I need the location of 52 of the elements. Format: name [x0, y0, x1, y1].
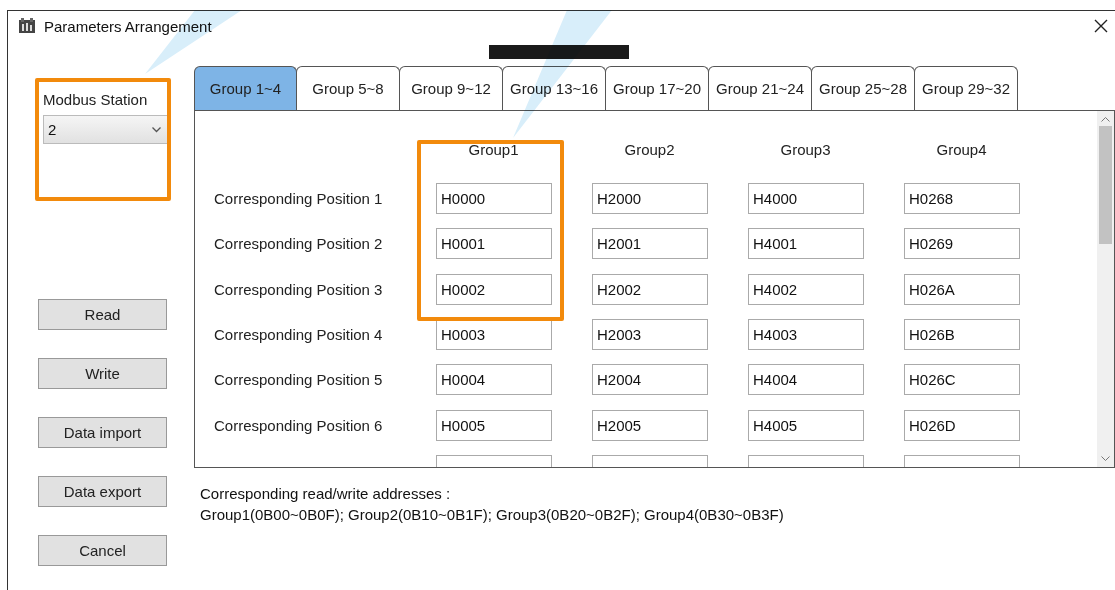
row-label: Corresponding Position 5 — [214, 371, 384, 389]
address-field[interactable]: H026B — [904, 319, 1020, 351]
address-field[interactable]: H0269 — [904, 228, 1020, 260]
scroll-down-icon[interactable] — [1101, 456, 1110, 462]
address-field[interactable]: H4004 — [748, 364, 864, 396]
address-field[interactable]: H4002 — [748, 273, 864, 305]
address-field[interactable]: H0005 — [436, 409, 552, 441]
scrollbar[interactable] — [1097, 111, 1114, 467]
caret-icon — [152, 126, 161, 133]
column-header: Group1 — [467, 141, 520, 158]
address-field[interactable]: H026D — [904, 409, 1020, 441]
address-field[interactable]: H0000 — [436, 183, 552, 215]
column-header: Group2 — [623, 141, 676, 158]
address-field[interactable]: H4000 — [748, 183, 864, 215]
address-field[interactable]: H2005 — [592, 409, 708, 441]
address-field[interactable]: H0002 — [436, 273, 552, 305]
close-icon[interactable] — [1093, 18, 1109, 34]
address-field[interactable]: H4001 — [748, 228, 864, 260]
window-title: Parameters Arrangement — [44, 17, 213, 35]
action-button[interactable]: Read — [38, 299, 167, 330]
row-label: Corresponding Position 1 — [214, 190, 384, 208]
address-field[interactable]: H026A — [904, 273, 1020, 305]
action-button[interactable]: Cancel — [38, 535, 167, 566]
address-field[interactable]: H2001 — [592, 228, 708, 260]
column-header: Group4 — [935, 141, 988, 158]
row-label: Corresponding Position 3 — [214, 280, 384, 298]
address-field[interactable]: H4003 — [748, 319, 864, 351]
action-button[interactable]: Data import — [38, 417, 167, 448]
address-note: Corresponding read/write addresses : Group1(0B00~0B0F); Group2(0B10~0B1F); Group3(0B20~0B2F); Group4(0B30~0B3F) — [200, 484, 785, 525]
action-button[interactable]: Write — [38, 358, 167, 389]
address-field[interactable]: H4005 — [748, 409, 864, 441]
app-icon — [18, 18, 36, 34]
address-field[interactable]: H0004 — [436, 364, 552, 396]
address-field[interactable]: H2004 — [592, 364, 708, 396]
address-field[interactable]: H026C — [904, 364, 1020, 396]
address-field[interactable]: H2002 — [592, 273, 708, 305]
address-field[interactable]: H2000 — [592, 183, 708, 215]
action-button[interactable]: Data export — [38, 476, 167, 507]
row-label: Corresponding Position 6 — [214, 416, 384, 434]
column-header: Group3 — [779, 141, 832, 158]
address-field[interactable]: H0001 — [436, 228, 552, 260]
station-label: Modbus Station — [43, 91, 149, 108]
tab[interactable]: Group 29~32 — [914, 66, 1018, 110]
row-label: Corresponding Position 4 — [214, 326, 384, 344]
address-field[interactable]: H2003 — [592, 319, 708, 351]
row-label: Corresponding Position 2 — [214, 235, 384, 253]
scrollbar-thumb[interactable] — [1099, 126, 1112, 244]
address-field[interactable]: H0003 — [436, 319, 552, 351]
scroll-up-icon[interactable] — [1101, 116, 1110, 122]
station-dropdown[interactable]: 2 — [43, 115, 168, 144]
tab[interactable]: Group 1~4 — [194, 66, 297, 110]
address-field[interactable]: H0268 — [904, 183, 1020, 215]
